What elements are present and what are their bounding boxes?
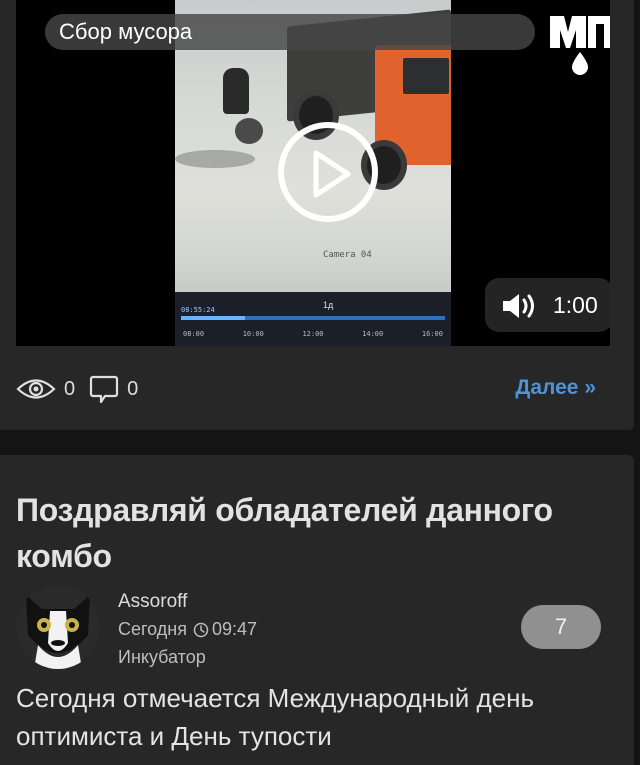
frame-puddle — [175, 150, 255, 168]
post-card: Поздравляй обладателей данного комбо Ass… — [0, 455, 634, 765]
frame-person — [223, 68, 249, 114]
speaker-icon[interactable] — [501, 292, 537, 320]
frame-timeline-progress — [181, 316, 245, 320]
clock-icon — [193, 622, 209, 637]
frame-timeline-ticks: 08:00 10:00 12:00 14:00 16:00 — [183, 330, 443, 338]
avatar[interactable] — [16, 585, 100, 669]
frame-tick: 16:00 — [421, 330, 443, 338]
frame-bag — [235, 118, 263, 144]
frame-tick: 14:00 — [362, 330, 384, 338]
views-count: 0 — [64, 377, 76, 400]
site-logo: ЯП — [546, 12, 610, 76]
frame-tick: 10:00 — [242, 330, 264, 338]
comments-count: 0 — [127, 377, 139, 400]
frame-day-label: 1д — [323, 300, 334, 310]
post-stats: 0 0 — [16, 372, 152, 406]
cat-avatar-image — [16, 585, 100, 669]
post-text: Сегодня отмечается Международный день оп… — [16, 683, 535, 751]
post-time: Сегодня 09:47 — [118, 619, 257, 640]
camera-label: Camera 04 — [323, 250, 372, 260]
rating-badge[interactable]: 7 — [521, 605, 601, 649]
post-clock-time: 09:47 — [212, 619, 258, 639]
more-link[interactable]: Далее » — [515, 376, 596, 400]
comment-icon[interactable] — [89, 374, 119, 404]
duration-pill[interactable]: 1:00 — [485, 278, 610, 332]
frame-tick: 08:00 — [183, 330, 205, 338]
community-name[interactable]: Инкубатор — [118, 647, 206, 668]
post-day: Сегодня — [118, 619, 187, 639]
eye-icon — [16, 379, 56, 399]
video-title[interactable]: Сбор мусора — [45, 14, 535, 50]
frame-timeline: 08:55:24 1д 08:00 10:00 12:00 14:00 16:0… — [175, 292, 451, 346]
frame-tick: 12:00 — [302, 330, 324, 338]
frame-timestamp: 08:55:24 — [181, 306, 215, 314]
video-duration: 1:00 — [553, 292, 598, 318]
logo-drop-icon — [550, 16, 610, 75]
frame-truck-window — [403, 58, 449, 94]
play-button[interactable] — [278, 122, 378, 222]
video-player[interactable]: Camera 04 08:55:24 1д 08:00 10:00 12:00 … — [16, 0, 610, 346]
video-card: Camera 04 08:55:24 1д 08:00 10:00 12:00 … — [0, 0, 634, 430]
author-name[interactable]: Assoroff — [118, 591, 187, 613]
play-icon — [313, 150, 351, 198]
post-title[interactable]: Поздравляй обладателей данного комбо — [16, 487, 616, 579]
